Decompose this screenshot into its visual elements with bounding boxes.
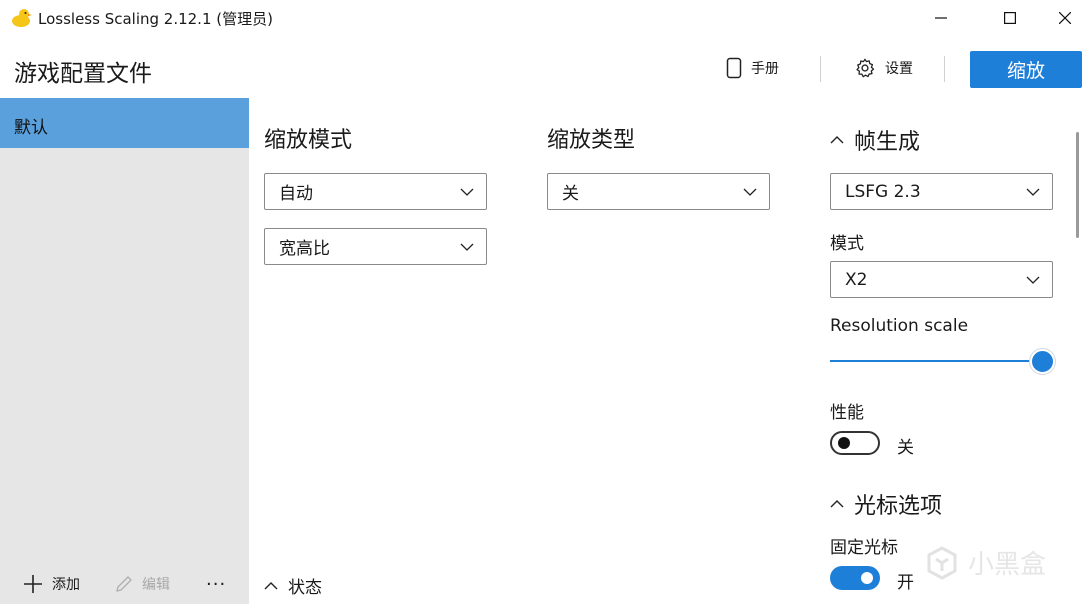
frame-gen-mode-label: 模式 — [830, 234, 864, 254]
settings-label: 设置 — [885, 61, 913, 77]
scaling-type-title: 缩放类型 — [547, 128, 636, 153]
manual-label: 手册 — [751, 61, 779, 77]
watermark-text: 小黑盒 — [968, 550, 1047, 580]
scaling-type-value: 关 — [562, 184, 579, 204]
page-title: 游戏配置文件 — [14, 61, 152, 87]
toggle-knob — [838, 437, 850, 449]
performance-label: 性能 — [830, 403, 864, 423]
settings-button[interactable]: 设置 — [854, 50, 913, 86]
chevron-down-icon — [1026, 188, 1040, 196]
scaling-mode-select[interactable]: 自动 — [264, 173, 487, 210]
header-divider — [944, 56, 945, 82]
scaling-mode-value: 自动 — [279, 184, 313, 204]
phone-book-icon — [726, 57, 742, 79]
frame-gen-mode-value: X2 — [845, 269, 868, 290]
status-header[interactable]: 状态 — [264, 573, 322, 598]
header-divider — [820, 56, 821, 82]
plus-icon — [24, 575, 42, 593]
status-label: 状态 — [288, 578, 322, 598]
manual-button[interactable]: 手册 — [726, 50, 779, 86]
vertical-scrollbar[interactable] — [1076, 132, 1079, 238]
resolution-scale-track[interactable] — [830, 360, 1032, 362]
frame-gen-type-select[interactable]: LSFG 2.3 — [830, 173, 1053, 210]
chevron-up-icon — [830, 136, 844, 144]
lock-cursor-toggle[interactable] — [830, 566, 880, 590]
scaling-type-select[interactable]: 关 — [547, 173, 770, 210]
frame-gen-mode-select[interactable]: X2 — [830, 261, 1053, 298]
heybox-logo-icon — [927, 545, 957, 580]
watermark: 小黑盒 — [924, 544, 1046, 581]
frame-gen-title: 帧生成 — [854, 130, 921, 155]
gear-icon — [856, 58, 875, 78]
scale-button[interactable]: 缩放 — [970, 51, 1082, 88]
lock-cursor-label: 固定光标 — [830, 538, 898, 558]
maximize-button[interactable] — [987, 0, 1033, 36]
chevron-up-icon — [264, 581, 278, 589]
minimize-icon — [935, 17, 947, 19]
scaling-mode-title: 缩放模式 — [264, 128, 353, 153]
performance-toggle[interactable] — [830, 431, 880, 455]
cursor-options-title: 光标选项 — [854, 494, 943, 519]
chevron-down-icon — [743, 188, 757, 196]
add-profile-button[interactable]: 添加 — [22, 572, 80, 596]
add-label: 添加 — [52, 577, 80, 593]
performance-state: 关 — [897, 438, 914, 458]
duck-icon — [10, 8, 32, 28]
frame-gen-type-value: LSFG 2.3 — [845, 181, 921, 202]
edit-label: 编辑 — [142, 577, 170, 593]
profile-label: 默认 — [14, 118, 48, 138]
window-title: Lossless Scaling 2.12.1 (管理员) — [38, 10, 273, 28]
frame-gen-header[interactable]: 帧生成 — [830, 124, 920, 156]
aspect-ratio-select[interactable]: 宽高比 — [264, 228, 487, 265]
edit-profile-button[interactable]: 编辑 — [114, 572, 170, 596]
chevron-up-icon — [830, 500, 844, 508]
resolution-scale-thumb[interactable] — [1030, 349, 1055, 374]
profile-sidebar — [0, 98, 249, 604]
cursor-options-header[interactable]: 光标选项 — [830, 488, 942, 520]
chevron-down-icon — [460, 243, 474, 251]
more-options-button[interactable]: ··· — [206, 572, 226, 596]
maximize-icon — [1004, 12, 1016, 24]
lock-cursor-state: 开 — [897, 573, 914, 593]
toggle-knob — [861, 572, 873, 584]
aspect-ratio-value: 宽高比 — [279, 239, 330, 259]
pencil-icon — [116, 576, 132, 592]
minimize-button[interactable] — [918, 0, 964, 36]
resolution-scale-label: Resolution scale — [830, 316, 969, 336]
chevron-down-icon — [1026, 276, 1040, 284]
close-icon — [1059, 12, 1071, 24]
chevron-down-icon — [460, 188, 474, 196]
close-button[interactable] — [1042, 0, 1088, 36]
